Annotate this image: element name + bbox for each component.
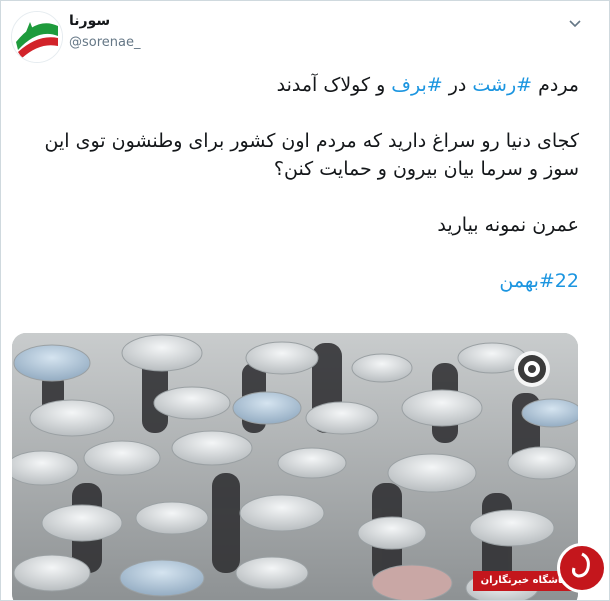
sorena-logo-icon	[12, 12, 62, 62]
hashtag-link-barf[interactable]: #برف	[391, 74, 442, 96]
display-name[interactable]: سورنا	[69, 13, 110, 29]
text-segment: در	[442, 74, 473, 96]
text-segment: مردم	[532, 74, 579, 96]
tweet-line-1: مردم #رشت در #برف و کولاک آمدند	[11, 71, 579, 99]
agency-logo-icon	[557, 543, 607, 593]
tweet-paragraph-3: عمرن نمونه بیارید	[437, 214, 579, 236]
text-segment: و کولاک آمدند	[276, 74, 392, 96]
chevron-down-icon[interactable]	[567, 15, 583, 31]
user-handle[interactable]: @sorenae_	[69, 35, 141, 50]
video-channel-logo-icon	[514, 351, 550, 387]
hashtag-link-rasht[interactable]: #رشت	[472, 74, 532, 96]
tweet-card: سورنا @sorenae_ مردم #رشت در #برف و کولا…	[0, 0, 610, 601]
profile-avatar[interactable]	[11, 11, 63, 63]
tweet-text: مردم #رشت در #برف و کولاک آمدند کجای دنی…	[11, 71, 579, 295]
tweet-paragraph-2: کجای دنیا رو سراغ دارید که مردم اون کشور…	[44, 130, 579, 180]
agency-watermark: باشگاه خبرنگاران	[473, 541, 609, 600]
hashtag-link-22-bahman[interactable]: #22بهمن	[499, 270, 579, 292]
